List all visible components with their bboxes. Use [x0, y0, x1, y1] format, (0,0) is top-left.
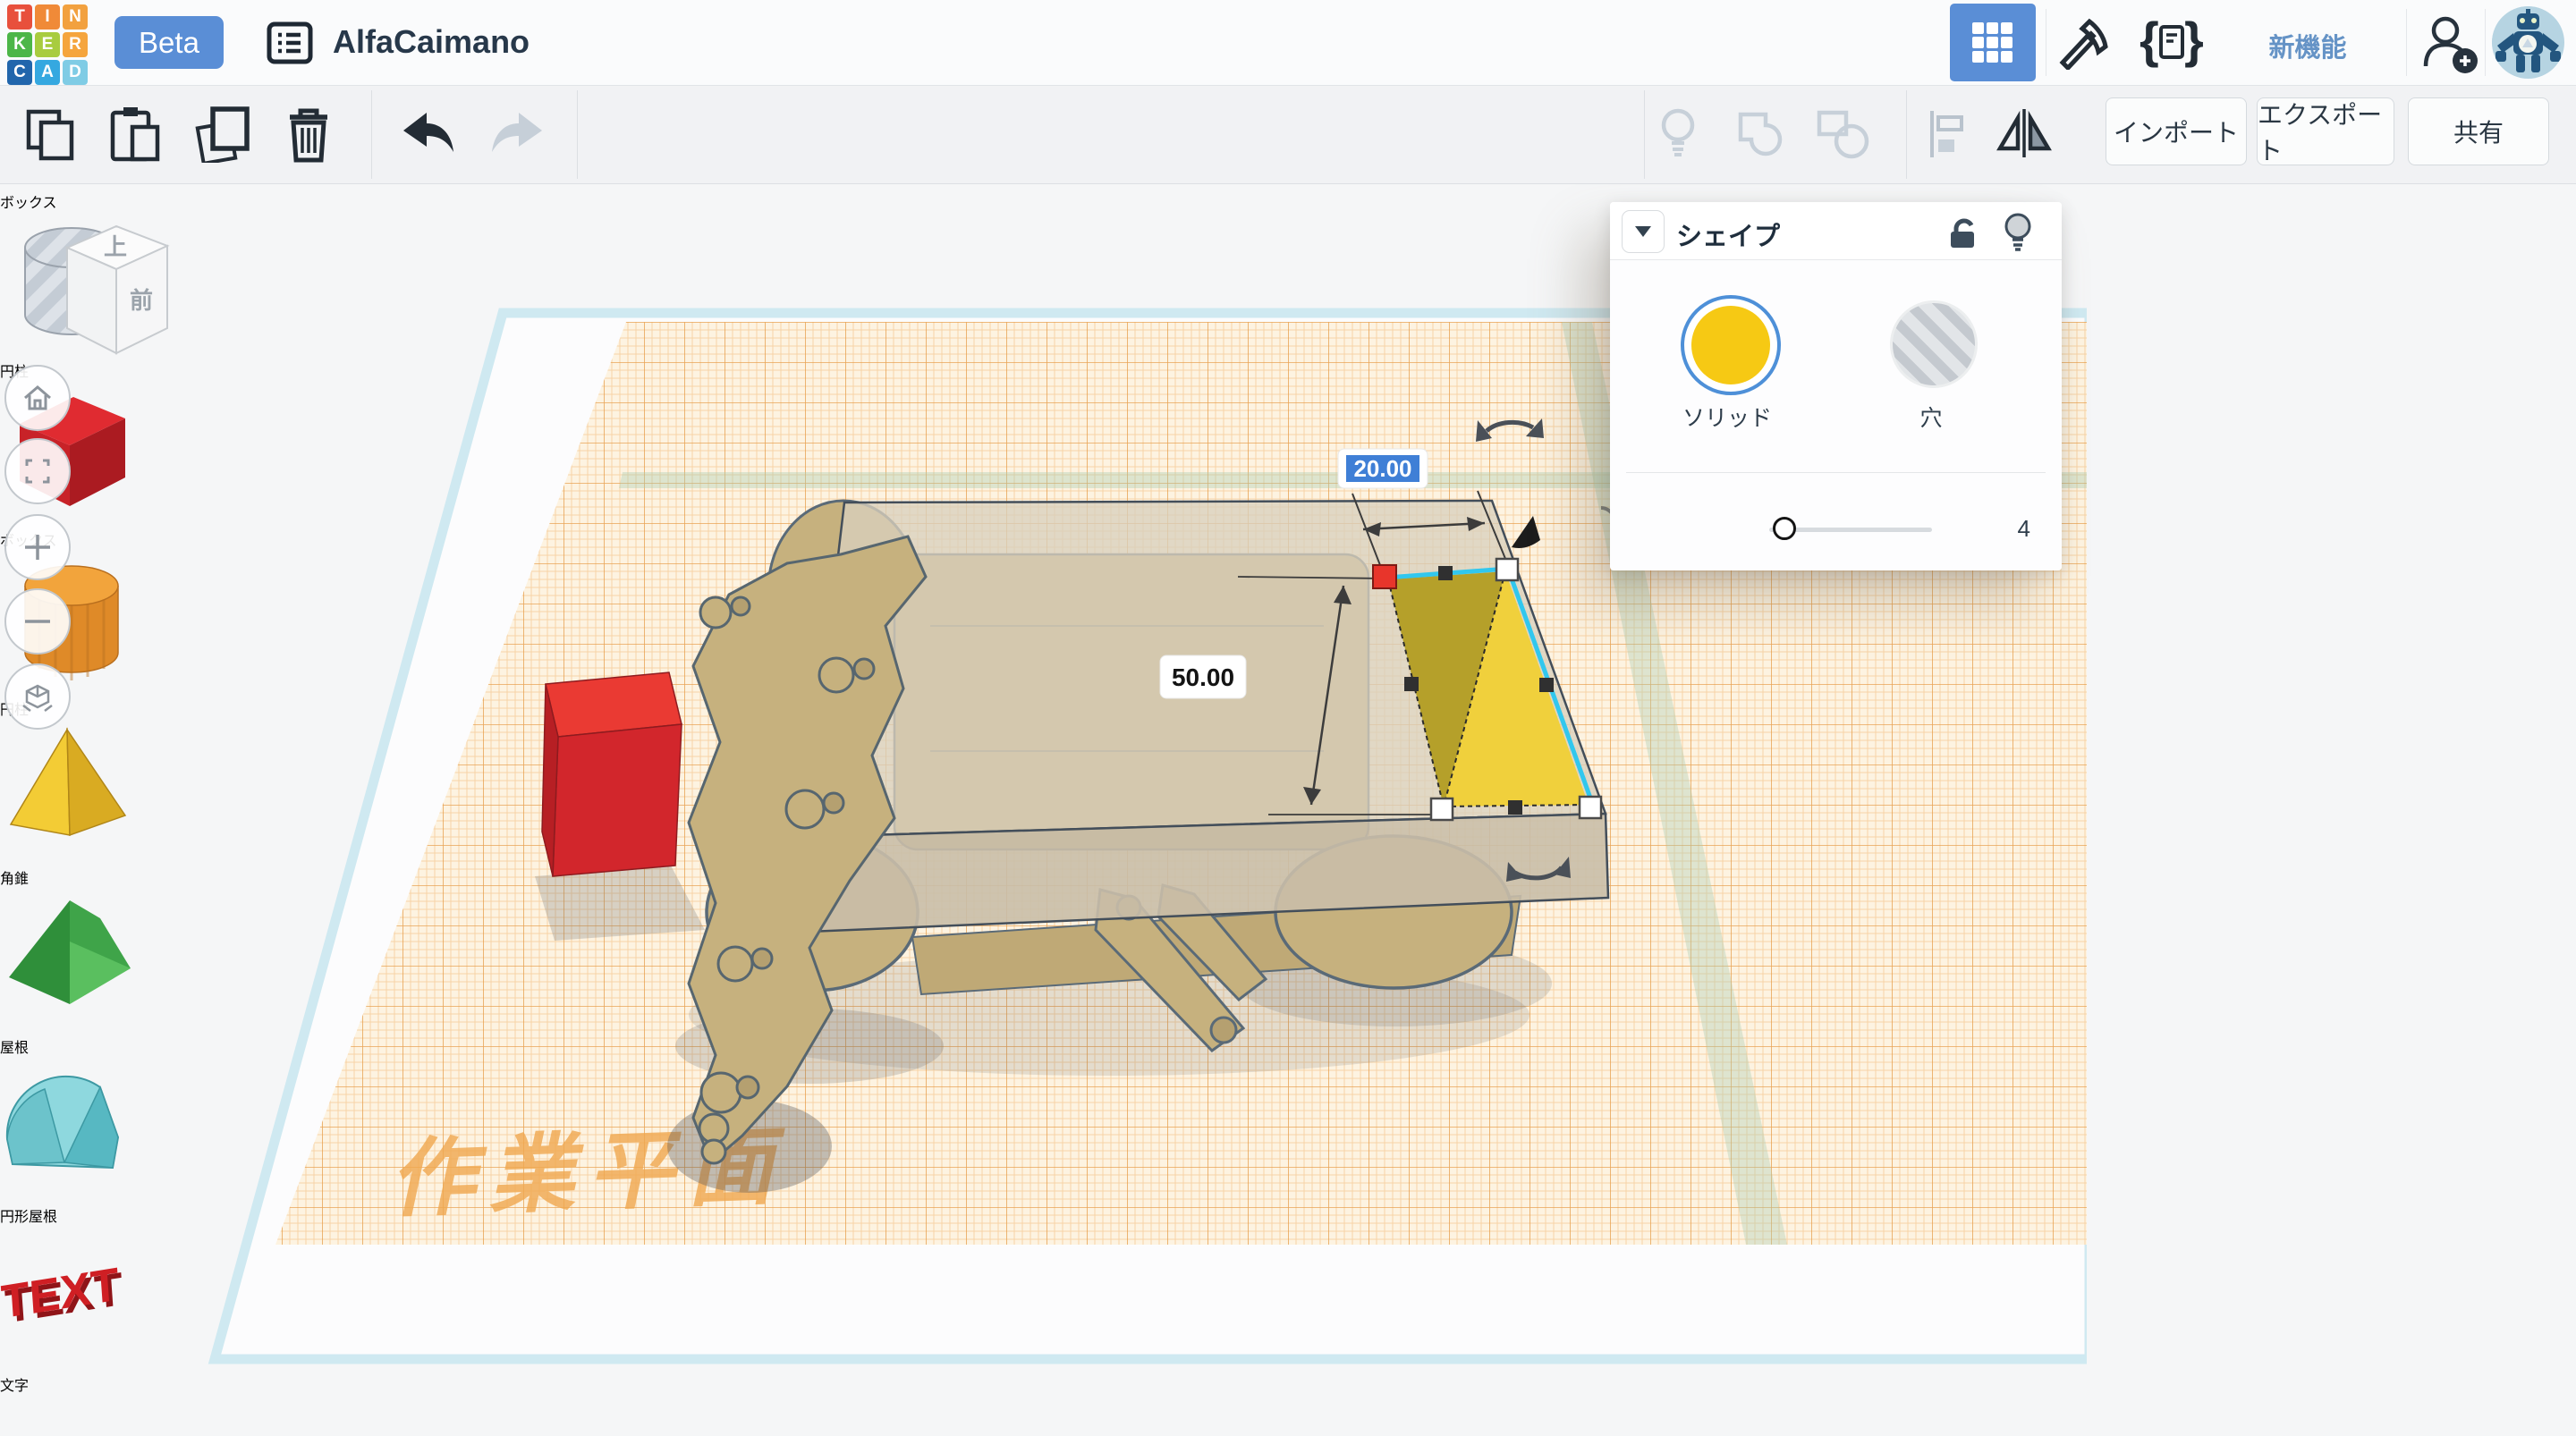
- edit-toolbar: インポート エクスポート 共有: [0, 86, 2576, 184]
- paste-button[interactable]: [109, 106, 161, 163]
- document-list-icon[interactable]: [267, 21, 313, 64]
- share-button[interactable]: 共有: [2408, 97, 2549, 165]
- panel-title: シェイプ: [1676, 223, 1781, 251]
- plus-icon: [25, 535, 50, 560]
- delete-button[interactable]: [284, 105, 333, 164]
- codeblocks-icon[interactable]: { }: [2138, 14, 2206, 72]
- home-view-button[interactable]: [4, 365, 71, 431]
- logo-tile: K: [7, 32, 32, 57]
- home-icon: [24, 385, 51, 410]
- import-button[interactable]: インポート: [2106, 97, 2247, 165]
- solid-option[interactable]: [1681, 295, 1781, 395]
- dim-depth-value[interactable]: 50.00: [1172, 663, 1234, 691]
- zoom-in-button[interactable]: [4, 514, 71, 580]
- text-red-icon: TEXT TEXT: [0, 1258, 124, 1333]
- minus-icon: [25, 620, 50, 623]
- document-title[interactable]: AlfaCaimano: [333, 23, 530, 61]
- handle-corner-back: [1495, 557, 1520, 582]
- chevron-down-icon: [1635, 226, 1651, 237]
- beta-button[interactable]: Beta: [114, 16, 224, 69]
- toolbar-separator: [371, 90, 372, 179]
- header-separator: [2406, 9, 2407, 76]
- handle-mid-left: [1404, 677, 1419, 691]
- invite-user-icon[interactable]: [2420, 14, 2483, 73]
- logo-tile: T: [7, 4, 32, 30]
- pyramid-yellow-icon: [9, 727, 127, 837]
- shape-round-roof[interactable]: 円形屋根: [0, 1057, 179, 1226]
- red-box-shape[interactable]: [541, 672, 682, 877]
- logo-tile: E: [35, 32, 60, 57]
- handle-mid-right: [1539, 678, 1554, 692]
- duplicate-button[interactable]: [195, 106, 252, 163]
- logo-tile: I: [35, 4, 60, 30]
- undo-button[interactable]: [396, 109, 455, 157]
- view-cube-front-label[interactable]: 前: [130, 287, 153, 314]
- shape-text[interactable]: TEXT TEXT 文字: [0, 1226, 179, 1395]
- handle-mid-bottom: [1508, 800, 1522, 815]
- grid-icon: [1972, 21, 2012, 63]
- shape-inspector-panel: シェイプ ソリッド 穴 側面 4: [1610, 202, 2062, 570]
- solid-color-swatch: [1691, 306, 1770, 384]
- dim-width-value[interactable]: 20.00: [1353, 455, 1411, 482]
- lightbulb-icon[interactable]: [2001, 211, 2037, 254]
- user-avatar[interactable]: [2492, 6, 2564, 79]
- copy-button[interactable]: [25, 108, 77, 162]
- svg-text:}: }: [2184, 14, 2204, 68]
- robot-avatar-icon: [2492, 6, 2563, 78]
- app-header: T I N K E R C A D Beta AlfaCaimano {} 新…: [0, 0, 2576, 86]
- roundroof-cyan-icon: [5, 1075, 120, 1170]
- roof-green-icon: [9, 900, 131, 1004]
- mirror-button[interactable]: [1996, 107, 2052, 159]
- shape-roof[interactable]: 屋根: [0, 888, 179, 1057]
- tinkercad-app: 作業平面 20.00 50.00 上 前 シェイプ ソリッド 穴 4 T I N…: [0, 0, 2576, 1436]
- shape-pyramid[interactable]: 角錐: [0, 719, 179, 888]
- zoom-out-button[interactable]: [4, 588, 71, 655]
- minecraft-pickaxe-icon[interactable]: [2055, 16, 2109, 70]
- panel-divider: [1626, 472, 2046, 473]
- toolbar-separator: [577, 90, 578, 179]
- header-separator: [2485, 9, 2486, 76]
- align-button[interactable]: [1925, 109, 1971, 159]
- sides-value: 4: [2017, 515, 2030, 542]
- fit-view-button[interactable]: [4, 438, 71, 504]
- view-cube[interactable]: 上 前: [49, 210, 183, 393]
- perspective-toggle-button[interactable]: [4, 663, 71, 730]
- ungroup-button[interactable]: [1816, 109, 1877, 159]
- shape-label: 円形屋根: [0, 1210, 58, 1225]
- shape-label: ボックス: [0, 196, 57, 211]
- panel-collapse-button[interactable]: [1622, 210, 1665, 253]
- solid-option-label: ソリッド: [1682, 406, 1772, 431]
- hole-option[interactable]: [1890, 300, 1978, 388]
- toolbar-separator: [1644, 90, 1645, 179]
- export-button[interactable]: エクスポート: [2257, 97, 2394, 165]
- view-cube-top-label[interactable]: 上: [104, 233, 127, 260]
- show-all-button[interactable]: [1657, 106, 1699, 161]
- logo-tile: D: [63, 60, 88, 85]
- logo-tile: R: [63, 32, 88, 57]
- svg-text:{: {: [2140, 14, 2159, 68]
- logo-tile: C: [7, 60, 32, 85]
- tinkercad-logo[interactable]: T I N K E R C A D: [7, 4, 88, 85]
- fit-view-icon: [25, 459, 50, 484]
- whats-new-link[interactable]: 新機能: [2245, 27, 2370, 64]
- redo-button[interactable]: [490, 109, 549, 157]
- handle-mid-top: [1438, 566, 1453, 580]
- handle-corner-left: [1429, 797, 1454, 822]
- shape-label: 文字: [0, 1379, 30, 1394]
- perspective-cube-icon: [22, 684, 53, 712]
- unlock-icon[interactable]: [1945, 215, 1985, 250]
- dashboard-button[interactable]: [1950, 4, 2036, 81]
- sides-slider-handle[interactable]: [1773, 517, 1796, 540]
- group-button[interactable]: [1735, 109, 1792, 159]
- toolbar-separator: [1906, 90, 1907, 179]
- logo-tile: N: [63, 4, 88, 30]
- logo-tile: A: [35, 60, 60, 85]
- shape-label: 屋根: [0, 1041, 30, 1056]
- handle-corner-active: [1372, 564, 1397, 589]
- shape-label: 角錐: [0, 872, 30, 887]
- handle-corner-right: [1578, 795, 1603, 820]
- hole-option-label: 穴: [1919, 406, 1943, 431]
